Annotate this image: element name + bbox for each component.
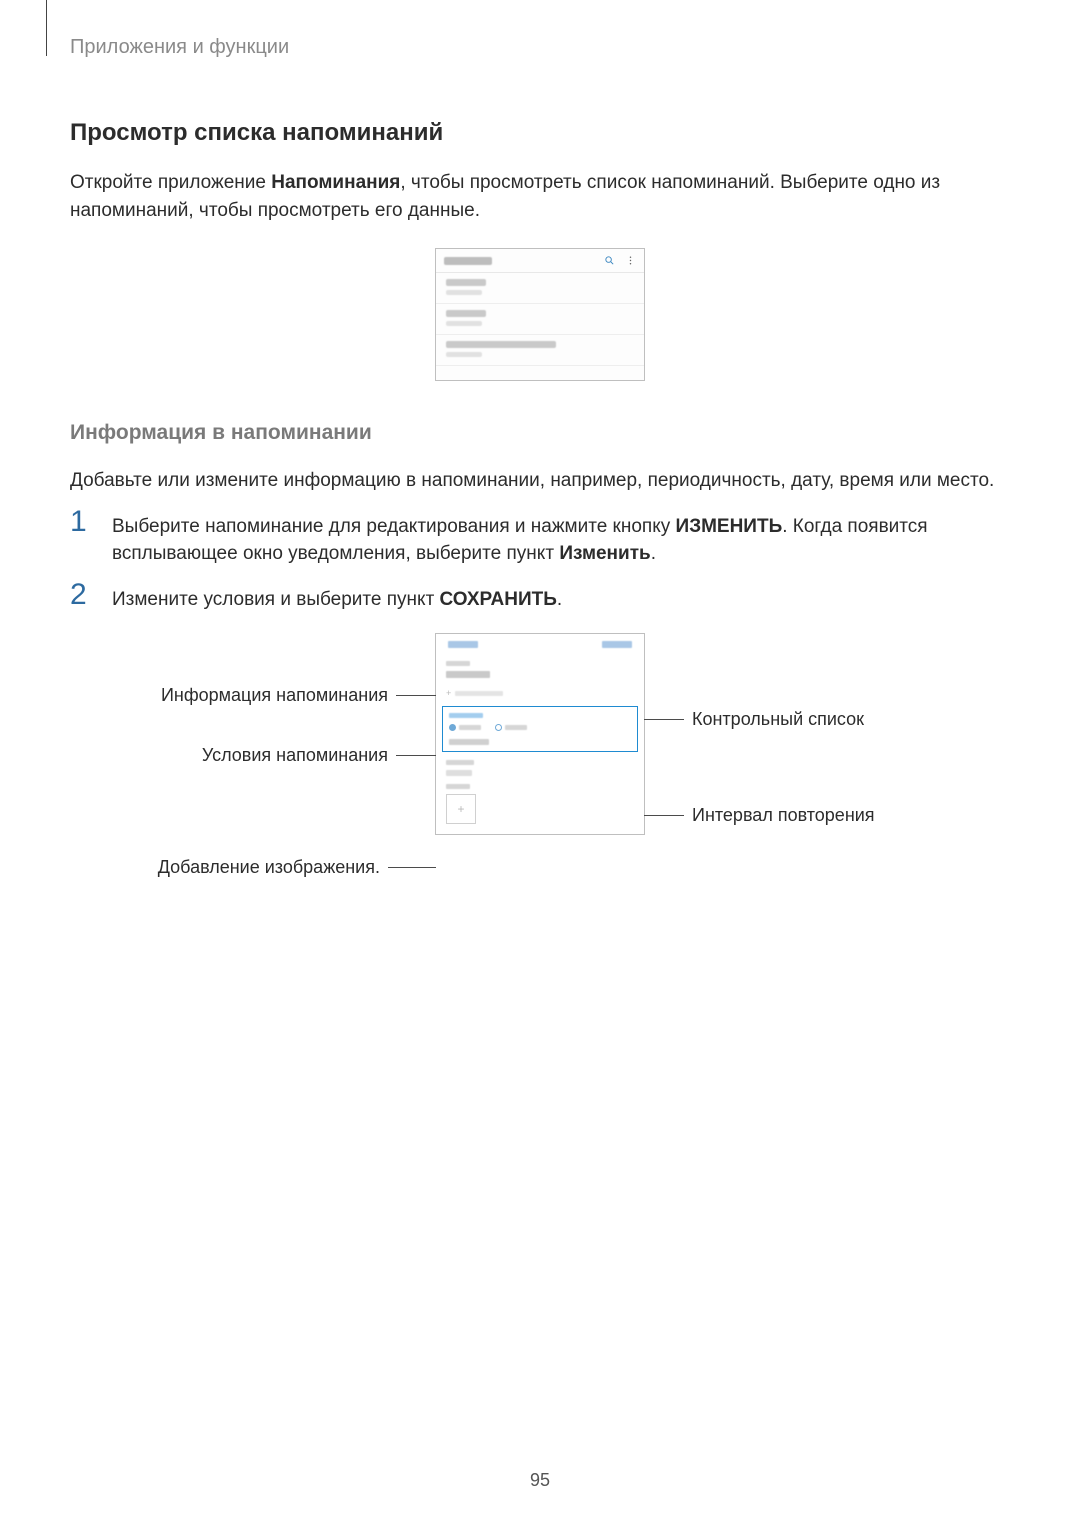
intro-text-1: Откройте приложение	[70, 172, 271, 193]
save-button-blurred[interactable]	[602, 641, 632, 648]
step1-text-1: Выберите напоминание для редактирования …	[112, 516, 676, 537]
subsection-body: Добавьте или измените информацию в напом…	[70, 467, 1010, 495]
radio-time[interactable]	[449, 724, 481, 731]
plus-icon: +	[457, 802, 464, 816]
callout-add-image: Добавление изображения.	[158, 857, 436, 878]
more-options-icon[interactable]	[625, 255, 636, 266]
step-number-1: 1	[70, 507, 112, 537]
search-icon[interactable]	[604, 255, 615, 266]
callout-repeat: Интервал повторения	[644, 805, 875, 826]
list-item[interactable]	[436, 273, 644, 304]
add-image-button[interactable]: +	[446, 794, 476, 824]
step-1: 1 Выберите напоминание для редактировани…	[70, 507, 1010, 568]
page-number: 95	[0, 1470, 1080, 1491]
edit-header	[436, 634, 644, 655]
breadcrumb: Приложения и функции	[70, 36, 1010, 59]
step1-bold-2: Изменить	[559, 543, 650, 564]
phone-title-blurred	[444, 257, 492, 265]
plus-icon: +	[446, 688, 451, 698]
callout-checklist: Контрольный список	[644, 709, 864, 730]
step1-text-3: .	[651, 543, 656, 564]
phone-screenshot-edit: + +	[435, 633, 645, 835]
radio-place[interactable]	[495, 724, 527, 731]
callout-conditions: Условия напоминания	[202, 745, 436, 766]
section-heading: Просмотр списка напоминаний	[70, 119, 1010, 147]
image-section: +	[436, 778, 644, 834]
list-item[interactable]	[436, 335, 644, 366]
add-checklist-row[interactable]: +	[436, 684, 644, 706]
conditions-box	[442, 706, 638, 752]
subsection-heading: Информация в напоминании	[70, 421, 1010, 445]
step2-text-1: Измените условия и выберите пункт	[112, 589, 440, 610]
list-item[interactable]	[436, 304, 644, 335]
step-2: 2 Измените условия и выберите пункт СОХР…	[70, 580, 1010, 614]
step-number-2: 2	[70, 580, 112, 610]
info-section	[436, 655, 644, 684]
step2-text-2: .	[557, 589, 562, 610]
step2-bold-1: СОХРАНИТЬ	[440, 589, 557, 610]
reminder-edit-figure: + + Инф	[70, 633, 1010, 903]
phone-header	[436, 249, 644, 273]
step1-bold-1: ИЗМЕНИТЬ	[676, 516, 783, 537]
intro-paragraph: Откройте приложение Напоминания, чтобы п…	[70, 169, 1010, 224]
intro-app-name: Напоминания	[271, 172, 400, 193]
reminders-list-figure	[70, 248, 1010, 381]
cancel-button-blurred[interactable]	[448, 641, 478, 648]
repeat-section[interactable]	[436, 752, 644, 778]
page-side-rule	[46, 0, 47, 56]
callout-info: Информация напоминания	[161, 685, 436, 706]
phone-screenshot-list	[435, 248, 645, 381]
